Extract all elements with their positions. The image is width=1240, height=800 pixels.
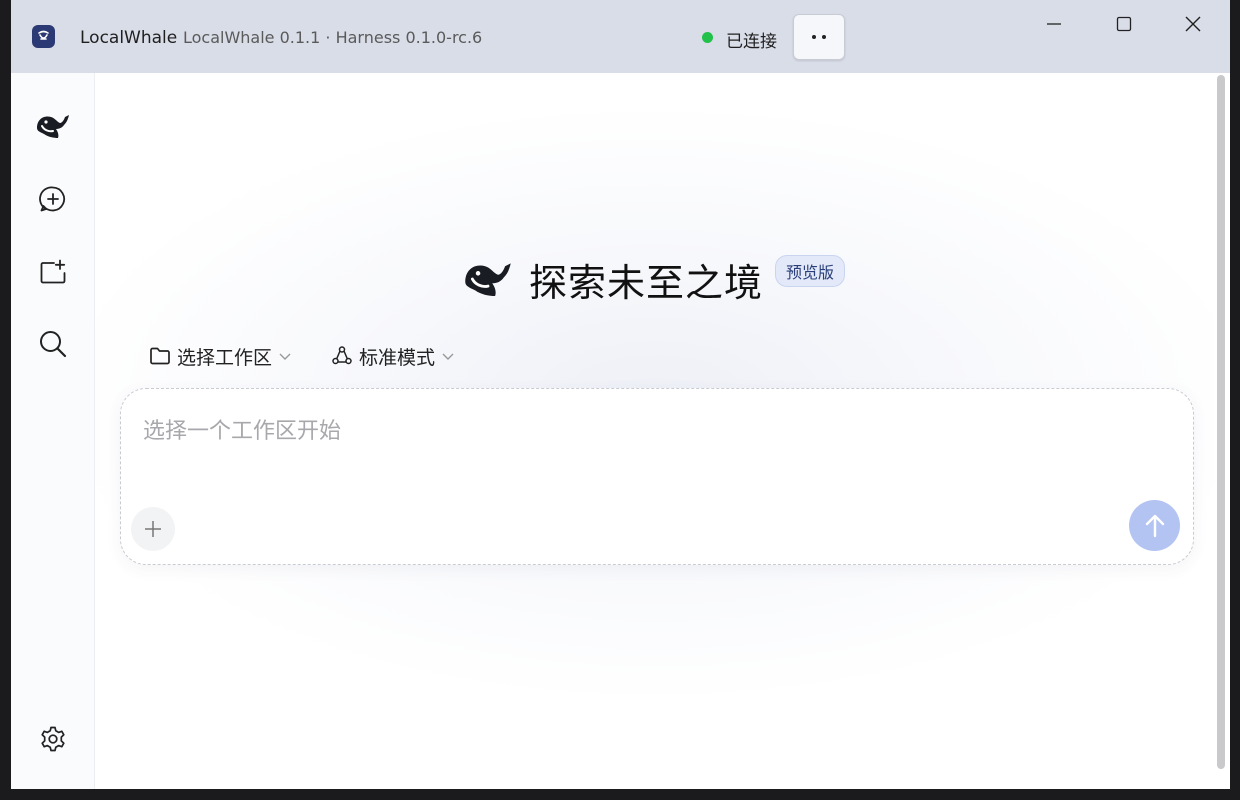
maximize-button[interactable]	[1101, 8, 1147, 40]
more-options-button[interactable]	[793, 14, 845, 60]
workspace-selector[interactable]: 选择工作区	[149, 341, 292, 371]
minimize-button[interactable]	[1031, 8, 1077, 40]
connection-status-dot	[702, 32, 713, 43]
attach-button[interactable]	[131, 507, 175, 551]
app-logo-icon	[32, 25, 55, 48]
mode-selector-label: 标准模式	[359, 346, 436, 369]
mode-selector[interactable]: 标准模式	[331, 341, 455, 371]
preview-badge: 预览版	[775, 255, 846, 287]
close-button[interactable]	[1170, 8, 1216, 40]
arrow-up-icon	[1145, 514, 1164, 537]
plus-icon	[145, 521, 161, 537]
close-icon	[1185, 16, 1201, 32]
new-chat-icon	[39, 186, 65, 212]
search-icon	[40, 331, 67, 358]
dot-icon	[812, 35, 816, 39]
message-composer[interactable]: 选择一个工作区开始	[120, 388, 1194, 565]
maximize-icon	[1116, 16, 1132, 32]
sidebar-search-button[interactable]	[31, 322, 75, 366]
chevron-down-icon	[279, 353, 291, 360]
new-folder-icon	[40, 259, 66, 284]
hero-title: 探索未至之境	[529, 260, 764, 305]
sidebar-settings-button[interactable]	[31, 717, 75, 761]
app-window: LocalWhale LocalWhale 0.1.1 · Harness 0.…	[11, 0, 1230, 789]
title-bar: LocalWhale LocalWhale 0.1.1 · Harness 0.…	[11, 0, 1230, 73]
sidebar-home-button[interactable]	[31, 104, 75, 148]
dot-icon	[822, 35, 826, 39]
connection-status-text: 已连接	[726, 32, 777, 52]
app-name: LocalWhale	[80, 28, 178, 48]
whale-logo-icon	[37, 115, 69, 138]
sidebar-new-project-button[interactable]	[31, 250, 75, 294]
folder-icon	[150, 347, 170, 365]
main-content: 探索未至之境 预览版 选择工作区 标准模式 选择一个工作区开始	[95, 73, 1215, 789]
workspace-selector-label: 选择工作区	[177, 346, 273, 369]
send-button[interactable]	[1129, 500, 1180, 551]
whale-logo-icon	[465, 263, 511, 297]
sidebar-new-chat-button[interactable]	[31, 177, 75, 221]
vertical-scrollbar[interactable]	[1217, 75, 1225, 769]
chevron-down-icon	[442, 353, 454, 360]
mode-cycle-icon	[332, 346, 352, 365]
sidebar	[11, 73, 95, 789]
gear-icon	[41, 726, 65, 752]
hero: 探索未至之境 预览版	[461, 251, 846, 307]
app-version: LocalWhale 0.1.1 · Harness 0.1.0-rc.6	[183, 28, 483, 47]
composer-input[interactable]: 选择一个工作区开始	[143, 413, 341, 445]
minimize-icon	[1047, 23, 1061, 25]
